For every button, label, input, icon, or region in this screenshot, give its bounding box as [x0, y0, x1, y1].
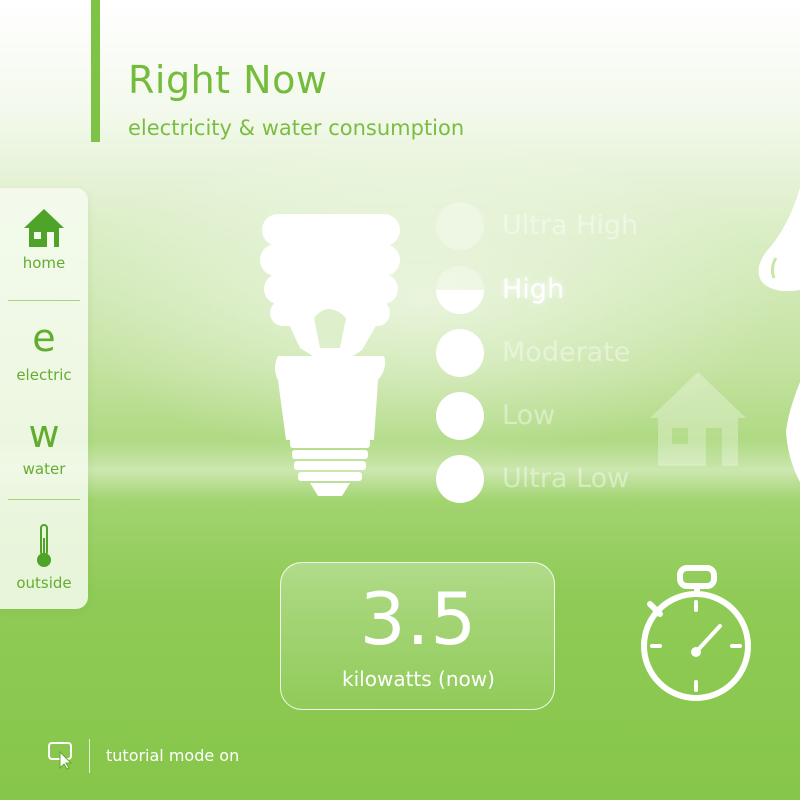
level-label: Ultra Low [502, 463, 630, 494]
stopwatch-icon[interactable] [636, 562, 760, 710]
sidebar-item-home[interactable]: home [0, 208, 88, 272]
house-icon [24, 209, 64, 247]
electric-letter-icon: e [32, 316, 56, 360]
level-indicator [436, 392, 484, 440]
level-label: High [502, 274, 565, 305]
header-accent-bar [91, 0, 100, 142]
level-ultra-high[interactable]: Ultra High [436, 202, 766, 250]
sidebar-item-label: home [22, 254, 66, 272]
usage-value: 3.5 [359, 577, 478, 661]
usage-unit: kilowatts (now) [342, 667, 495, 691]
level-label: Ultra High [502, 210, 639, 241]
level-indicator [436, 202, 484, 250]
level-high[interactable]: High [436, 266, 766, 314]
nav-divider [8, 499, 80, 500]
sidebar-item-electric[interactable]: e electric [0, 318, 88, 384]
sidebar-item-label: outside [16, 574, 72, 592]
sidebar-item-label: water [22, 460, 66, 478]
sidebar-nav: home e electric w water outside [0, 188, 88, 609]
level-indicator [436, 329, 484, 377]
footer-divider [89, 739, 90, 773]
page-subtitle: electricity & water consumption [128, 116, 465, 140]
level-indicator-current [436, 266, 484, 314]
thermometer-icon [37, 524, 51, 567]
page-title: Right Now [128, 58, 328, 102]
current-usage-panel: 3.5 kilowatts (now) [280, 562, 555, 710]
sidebar-item-outside[interactable]: outside [0, 524, 88, 592]
lightbulb-icon [260, 214, 400, 496]
screen-cursor-icon[interactable] [48, 742, 74, 770]
water-drop-icon [758, 188, 800, 292]
nav-divider [8, 300, 80, 301]
level-ultra-low[interactable]: Ultra Low [436, 455, 766, 503]
water-letter-icon: w [28, 412, 60, 456]
level-label: Low [502, 400, 556, 431]
level-label: Moderate [502, 337, 631, 368]
sidebar-item-water[interactable]: w water [0, 414, 88, 478]
sidebar-item-label: electric [16, 366, 72, 384]
tutorial-mode-status: tutorial mode on [106, 746, 240, 765]
level-moderate[interactable]: Moderate [436, 329, 766, 377]
water-drop-icon [786, 382, 800, 482]
level-low[interactable]: Low [436, 392, 766, 440]
level-indicator [436, 455, 484, 503]
